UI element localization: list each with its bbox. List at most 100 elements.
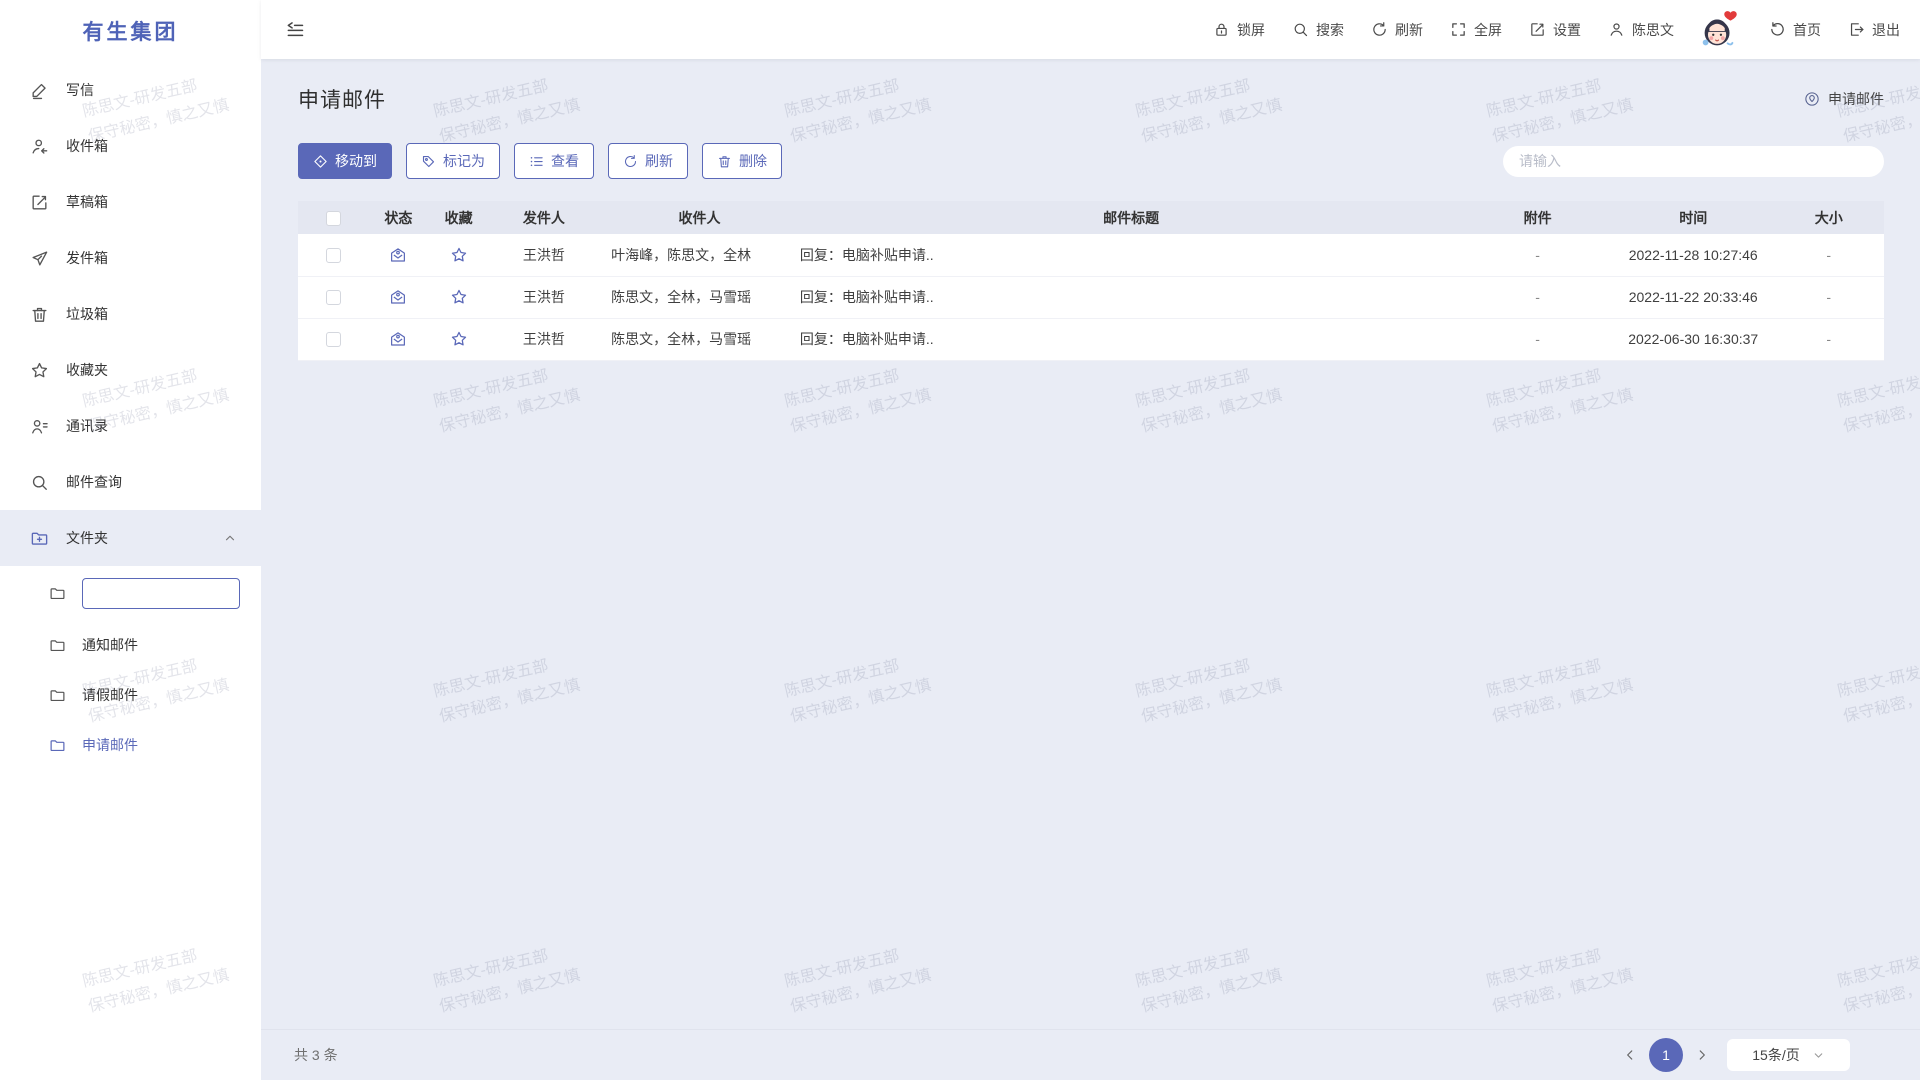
star-icon xyxy=(30,361,49,380)
star-icon[interactable] xyxy=(450,246,468,264)
button-label: 移动到 xyxy=(335,151,377,171)
home-button[interactable]: 首页 xyxy=(1769,20,1821,40)
refresh-list-button[interactable]: 刷新 xyxy=(608,143,688,179)
send-icon xyxy=(30,249,49,268)
folder-icon xyxy=(49,585,66,602)
move-to-button[interactable]: 移动到 xyxy=(298,143,392,179)
breadcrumb-label: 申请邮件 xyxy=(1828,89,1884,109)
toolbar-buttons: 移动到 标记为 查看 刷新 删除 xyxy=(298,143,782,179)
home-label: 首页 xyxy=(1793,20,1821,40)
sidebar-item-contacts[interactable]: 通讯录 xyxy=(0,398,261,454)
sidebar-item-folders[interactable]: 文件夹 xyxy=(0,510,261,566)
user-icon xyxy=(1608,21,1625,38)
sidebar-item-drafts[interactable]: 草稿箱 xyxy=(0,174,261,230)
folder-icon xyxy=(49,637,66,654)
star-icon[interactable] xyxy=(450,330,468,348)
sidebar-item-inbox[interactable]: 收件箱 xyxy=(0,118,261,174)
next-page-button[interactable] xyxy=(1695,1048,1709,1062)
folder-icon xyxy=(49,737,66,754)
sidebar-item-label: 文件夹 xyxy=(66,528,206,548)
row-checkbox[interactable] xyxy=(326,248,341,263)
total-count: 共 3 条 xyxy=(294,1045,338,1065)
menu-fold-icon[interactable] xyxy=(285,20,305,40)
sidebar-item-label: 草稿箱 xyxy=(66,192,108,212)
sidebar: 有生集团 写信 收件箱 草稿箱 发件箱 垃圾箱 xyxy=(0,0,261,1080)
page-size-select[interactable]: 15条/页 xyxy=(1727,1039,1850,1071)
button-label: 查看 xyxy=(551,151,579,171)
topbar: 锁屏 搜索 刷新 全屏 设置 陈思文 xyxy=(261,0,1920,59)
chevron-up-icon[interactable] xyxy=(223,531,237,545)
avatar[interactable] xyxy=(1696,7,1742,53)
star-icon[interactable] xyxy=(450,288,468,306)
search-button[interactable]: 搜索 xyxy=(1292,20,1344,40)
mark-as-button[interactable]: 标记为 xyxy=(406,143,500,179)
breadcrumb: 申请邮件 xyxy=(1804,89,1884,109)
page-head: 申请邮件 申请邮件 xyxy=(298,83,1884,115)
search-label: 搜索 xyxy=(1316,20,1344,40)
attachment-cell: - xyxy=(1462,234,1613,276)
current-user[interactable]: 陈思文 xyxy=(1608,20,1674,40)
logout-button[interactable]: 退出 xyxy=(1848,20,1900,40)
table-row[interactable]: 王洪哲 陈思文，全林，马雪瑶 回复：电脑补贴申请.. - 2022-11-22 … xyxy=(298,276,1884,318)
footer: 共 3 条 1 15条/页 xyxy=(261,1029,1920,1080)
prev-page-button[interactable] xyxy=(1623,1048,1637,1062)
row-checkbox[interactable] xyxy=(326,332,341,347)
location-pin-icon xyxy=(1804,91,1820,107)
delete-button[interactable]: 删除 xyxy=(702,143,782,179)
select-all-checkbox[interactable] xyxy=(326,211,341,226)
sidebar-item-sent[interactable]: 发件箱 xyxy=(0,230,261,286)
contacts-icon xyxy=(30,417,49,436)
time-cell: 2022-06-30 16:30:37 xyxy=(1613,318,1774,360)
folder-label: 申请邮件 xyxy=(82,735,138,755)
sidebar-item-favorites[interactable]: 收藏夹 xyxy=(0,342,261,398)
refresh-button[interactable]: 刷新 xyxy=(1371,20,1423,40)
col-sender: 发件人 xyxy=(489,201,599,234)
attachment-cell: - xyxy=(1462,276,1613,318)
list-icon xyxy=(529,154,544,169)
folder-item-leave[interactable]: 请假邮件 xyxy=(0,670,261,720)
size-cell: - xyxy=(1774,276,1884,318)
refresh-icon xyxy=(1371,21,1388,38)
page-number[interactable]: 1 xyxy=(1649,1038,1683,1072)
lock-screen-button[interactable]: 锁屏 xyxy=(1213,20,1265,40)
logout-icon xyxy=(1848,21,1865,38)
folder-plus-icon xyxy=(30,529,49,548)
sender-cell: 王洪哲 xyxy=(489,318,599,360)
fullscreen-button[interactable]: 全屏 xyxy=(1450,20,1502,40)
col-time: 时间 xyxy=(1613,201,1774,234)
folder-label: 请假邮件 xyxy=(82,685,138,705)
size-cell: - xyxy=(1774,318,1884,360)
subject-cell: 回复：电脑补贴申请.. xyxy=(800,234,1463,276)
header-checkbox-cell xyxy=(298,201,368,234)
sidebar-item-trash[interactable]: 垃圾箱 xyxy=(0,286,261,342)
table-row[interactable]: 王洪哲 陈思文，全林，马雪瑶 回复：电脑补贴申请.. - 2022-06-30 … xyxy=(298,318,1884,360)
mail-search-input[interactable] xyxy=(1503,146,1884,177)
back-home-icon xyxy=(1769,21,1786,38)
col-status: 状态 xyxy=(368,201,428,234)
trash-icon xyxy=(717,154,732,169)
folder-item-notice[interactable]: 通知邮件 xyxy=(0,620,261,670)
table-header-row: 状态 收藏 发件人 收件人 邮件标题 附件 时间 大小 xyxy=(298,201,1884,234)
search-icon xyxy=(1292,21,1309,38)
table-row[interactable]: 王洪哲 叶海峰，陈思文，全林 回复：电脑补贴申请.. - 2022-11-28 … xyxy=(298,234,1884,276)
subject-cell: 回复：电脑补贴申请.. xyxy=(800,318,1463,360)
pagination: 1 xyxy=(1623,1038,1709,1072)
folder-item-apply[interactable]: 申请邮件 xyxy=(0,720,261,770)
view-button[interactable]: 查看 xyxy=(514,143,594,179)
sidebar-item-compose[interactable]: 写信 xyxy=(0,62,261,118)
brand-logo: 有生集团 xyxy=(0,0,261,62)
sidebar-item-label: 垃圾箱 xyxy=(66,304,108,324)
lock-icon xyxy=(1213,21,1230,38)
fullscreen-icon xyxy=(1450,21,1467,38)
row-checkbox[interactable] xyxy=(326,290,341,305)
user-name: 陈思文 xyxy=(1632,20,1674,40)
col-size: 大小 xyxy=(1774,201,1884,234)
new-folder-input[interactable] xyxy=(82,578,240,609)
fullscreen-label: 全屏 xyxy=(1474,20,1502,40)
sidebar-item-label: 收藏夹 xyxy=(66,360,108,380)
sidebar-item-label: 发件箱 xyxy=(66,248,108,268)
folder-label: 通知邮件 xyxy=(82,635,138,655)
settings-button[interactable]: 设置 xyxy=(1529,20,1581,40)
sidebar-item-mail-search[interactable]: 邮件查询 xyxy=(0,454,261,510)
sender-cell: 王洪哲 xyxy=(489,234,599,276)
